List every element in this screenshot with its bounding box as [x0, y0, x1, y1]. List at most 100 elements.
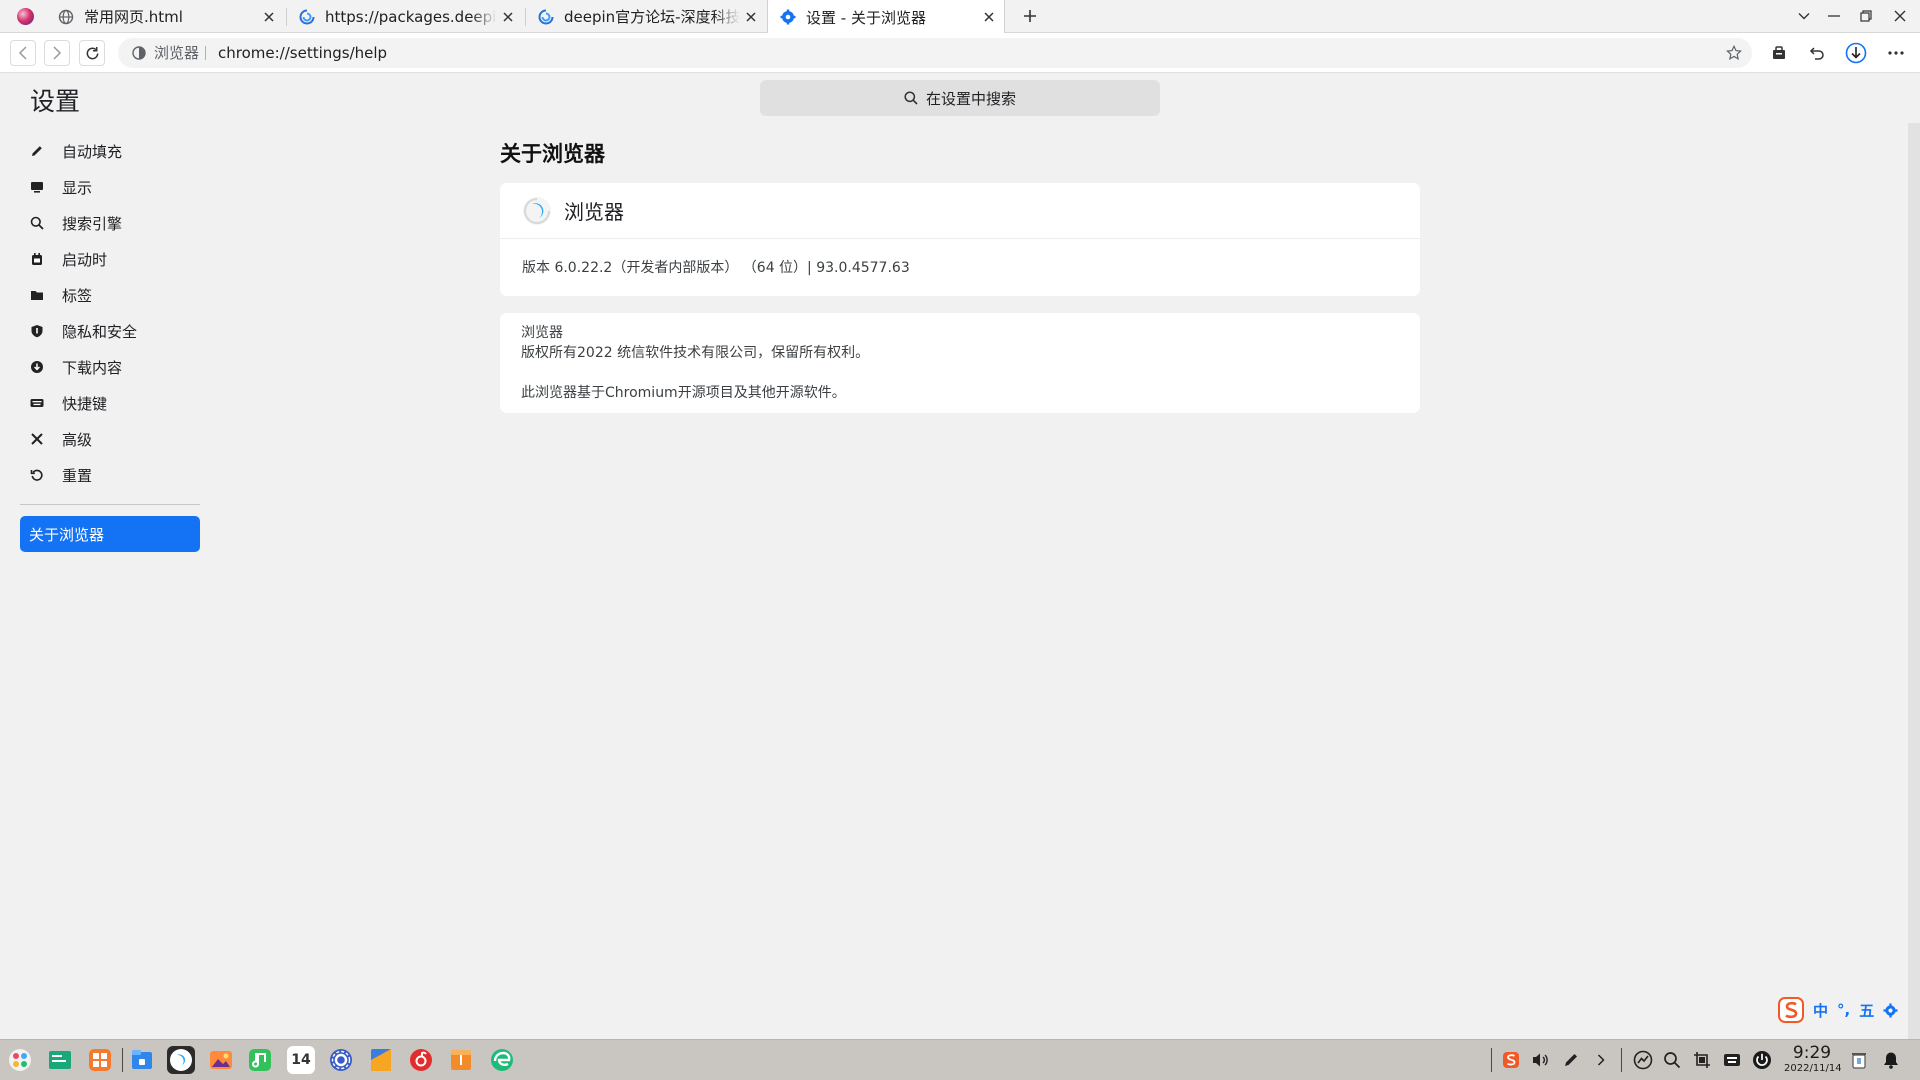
archive-manager-icon[interactable]	[447, 1046, 475, 1074]
sidebar-item-label: 搜索引擎	[62, 214, 123, 233]
tab-2[interactable]: https://packages.deepin.com	[287, 0, 523, 33]
browser-logo-icon	[523, 196, 551, 225]
startup-icon	[32, 253, 42, 265]
sidebar-divider	[20, 504, 200, 505]
undo-icon[interactable]	[1804, 40, 1830, 66]
launcher-icon[interactable]	[6, 1046, 34, 1074]
sidebar-item-about[interactable]: 关于浏览器	[20, 516, 200, 552]
sidebar-item-reset[interactable]: 重置	[20, 457, 202, 493]
sogou-tray-icon[interactable]	[1500, 1049, 1522, 1071]
keyboard-icon[interactable]	[1721, 1049, 1743, 1071]
shield-icon	[31, 325, 43, 338]
sidebar-item-startup[interactable]: 启动时	[20, 241, 202, 277]
tab-title: 设置 - 关于浏览器	[806, 8, 926, 27]
menu-more-icon[interactable]	[1883, 40, 1909, 66]
browser-swirl-icon	[299, 9, 315, 24]
site-chip-label: 浏览器	[154, 44, 200, 62]
sidebar-item-display[interactable]: 显示	[20, 169, 202, 205]
netease-music-icon[interactable]	[407, 1046, 435, 1074]
extensions-icon[interactable]	[1766, 40, 1792, 66]
sidebar-item-shortcuts[interactable]: 快捷键	[20, 385, 202, 421]
version-text: 版本 6.0.22.2（开发者内部版本） （64 位）| 93.0.4577.6…	[522, 260, 910, 276]
music-icon[interactable]	[246, 1046, 274, 1074]
browser-dock-icon[interactable]	[167, 1046, 195, 1074]
legal-card: 浏览器 版权所有2022 统信软件技术有限公司，保留所有权利。 此浏览器基于Ch…	[500, 313, 1420, 413]
restore-icon[interactable]	[1854, 5, 1878, 27]
tools-icon	[31, 433, 43, 445]
tab-close-icon[interactable]	[978, 6, 1000, 28]
back-button[interactable]	[10, 40, 36, 66]
sidebar-item-autofill[interactable]: 自动填充	[20, 133, 202, 169]
dock-separator	[122, 1048, 123, 1072]
sidebar-item-advanced[interactable]: 高级	[20, 421, 202, 457]
tab-3[interactable]: deepin官方论坛-深度科技官方论坛	[526, 0, 766, 33]
calendar-icon[interactable]: 14	[287, 1046, 315, 1074]
reset-icon	[30, 469, 43, 481]
terminal-icon[interactable]	[46, 1046, 74, 1074]
download-status-icon[interactable]	[1843, 40, 1869, 66]
sidebar-item-downloads[interactable]: 下载内容	[20, 349, 202, 385]
close-window-icon[interactable]	[1888, 5, 1912, 27]
bookmark-star-icon[interactable]	[1726, 45, 1742, 61]
file-manager-icon[interactable]	[128, 1046, 156, 1074]
power-icon[interactable]	[1751, 1049, 1773, 1071]
site-info-icon[interactable]	[132, 46, 146, 60]
pencil-icon	[32, 146, 42, 156]
slides-app-icon[interactable]	[367, 1046, 395, 1074]
tab-close-icon[interactable]	[258, 6, 280, 28]
globe-icon	[58, 9, 74, 24]
ime-toolbar: 中 °, 五	[1778, 995, 1898, 1025]
reload-button[interactable]	[79, 40, 105, 66]
keyboard-icon	[30, 399, 44, 407]
page-scrollbar[interactable]	[1908, 123, 1920, 1039]
sidebar-item-label: 隐私和安全	[62, 322, 138, 341]
settings-search-input[interactable]: 在设置中搜索	[760, 80, 1160, 116]
edge-browser-icon[interactable]	[488, 1046, 516, 1074]
settings-center-icon[interactable]	[327, 1046, 355, 1074]
tab-1[interactable]: 常用网页.html	[46, 0, 284, 33]
pen-tool-icon[interactable]	[1560, 1049, 1582, 1071]
sidebar-item-label: 自动填充	[62, 142, 123, 161]
tab-title: deepin官方论坛-深度科技官方论坛	[564, 8, 740, 26]
tab-close-icon[interactable]	[497, 6, 519, 28]
clock[interactable]: 9:29 2022/11/14	[1784, 1043, 1842, 1075]
image-viewer-icon[interactable]	[207, 1046, 235, 1074]
search-icon	[904, 91, 918, 105]
tab-list-chevron-down-icon[interactable]	[1792, 5, 1816, 27]
volume-icon[interactable]	[1530, 1049, 1552, 1071]
screen-recorder-icon[interactable]	[1632, 1049, 1654, 1071]
new-tab-button[interactable]	[1019, 5, 1041, 27]
ime-settings-gear-icon[interactable]	[1883, 1002, 1898, 1018]
sidebar-item-search-engine[interactable]: 搜索引擎	[20, 205, 202, 241]
tray-separator	[1491, 1048, 1492, 1072]
display-icon	[31, 182, 43, 193]
sidebar-item-label: 显示	[62, 178, 93, 197]
copyright-text: 版权所有2022 统信软件技术有限公司，保留所有权利。	[521, 345, 870, 361]
tab-close-icon[interactable]	[740, 6, 762, 28]
sidebar-item-label: 快捷键	[62, 394, 108, 413]
screenshot-icon[interactable]	[1691, 1049, 1713, 1071]
notification-bell-icon[interactable]	[1880, 1049, 1902, 1071]
search-icon[interactable]	[1661, 1049, 1683, 1071]
app-store-icon[interactable]	[86, 1046, 114, 1074]
tray-separator	[1621, 1048, 1622, 1072]
sidebar-item-privacy[interactable]: 隐私和安全	[20, 313, 202, 349]
sogou-ime-icon[interactable]	[1778, 997, 1804, 1023]
forward-button[interactable]	[44, 40, 70, 66]
ime-layout[interactable]: 五	[1859, 1000, 1874, 1021]
search-icon	[30, 216, 44, 230]
address-bar[interactable]: 浏览器 chrome://settings/help	[118, 38, 1752, 68]
sidebar-item-bookmarks[interactable]: 标签	[20, 277, 202, 313]
chip-separator	[205, 46, 206, 60]
trash-icon[interactable]	[1848, 1049, 1870, 1071]
tab-4-active[interactable]: 设置 - 关于浏览器	[767, 0, 1005, 34]
version-card-header: 浏览器	[500, 183, 1420, 239]
tab-strip: 常用网页.html https://packages.deepin.com de…	[0, 0, 1920, 34]
settings-sidebar: 自动填充 显示 搜索引擎 启动时 标签 隐私和安全 下载内容 快捷键 高级 重置…	[20, 133, 202, 552]
ime-punctuation[interactable]: °,	[1837, 1001, 1850, 1019]
calendar-day: 14	[291, 1052, 311, 1068]
ime-mode[interactable]: 中	[1813, 1000, 1828, 1021]
tray-expand-chevron-icon[interactable]	[1590, 1049, 1612, 1071]
url-text[interactable]: chrome://settings/help	[218, 38, 387, 68]
minimize-icon[interactable]	[1822, 5, 1846, 27]
